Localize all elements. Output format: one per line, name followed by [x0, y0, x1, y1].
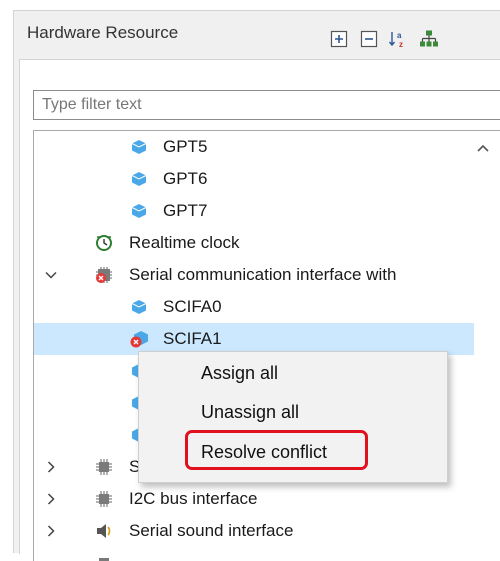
sort-alpha-icon[interactable]: a z — [388, 29, 408, 49]
tree-item-label: GPT6 — [163, 169, 208, 188]
panel-header: Hardware Resource a z — [14, 11, 500, 59]
tree-item[interactable] — [34, 547, 474, 561]
chevron-down-icon[interactable] — [44, 268, 58, 282]
resource-tree[interactable]: GPT5 GPT6 GPT7 Realtime clock Serial com… — [33, 130, 500, 561]
svg-text:z: z — [399, 40, 403, 49]
svg-text:a: a — [397, 31, 402, 40]
clock-icon — [96, 235, 112, 251]
menu-item-assign-all[interactable]: Assign all — [201, 363, 278, 384]
scroll-up-arrow-icon[interactable] — [476, 143, 490, 153]
module-cube-error-icon — [130, 331, 148, 348]
expand-all-icon[interactable] — [329, 29, 349, 49]
speaker-icon — [97, 524, 111, 538]
tree-item-label: Serial sound interface — [129, 521, 294, 540]
tree-item-realtime-clock[interactable]: Realtime clock — [34, 227, 474, 259]
tree-item-label: Serial communication interface with — [129, 265, 397, 284]
chevron-right-icon[interactable] — [44, 460, 58, 474]
module-cube-icon — [131, 300, 147, 314]
module-cube-icon — [131, 204, 147, 218]
chevron-right-icon[interactable] — [44, 492, 58, 506]
tree-item-label: Realtime clock — [129, 233, 240, 252]
chevron-right-icon[interactable] — [44, 524, 58, 538]
menu-item-unassign-all[interactable]: Unassign all — [201, 402, 299, 423]
tree-item-i2c[interactable]: I2C bus interface — [34, 483, 474, 515]
chip-icon — [96, 491, 112, 507]
tree-item-label: SCIFA0 — [163, 297, 222, 316]
tree-item-gpt7[interactable]: GPT7 — [34, 195, 474, 227]
tree-item-gpt6[interactable]: GPT6 — [34, 163, 474, 195]
tree-item-label: I2C bus interface — [129, 489, 258, 508]
chip-icon — [99, 558, 109, 561]
module-cube-icon — [131, 172, 147, 186]
hierarchy-icon[interactable] — [419, 29, 439, 49]
annotation-highlight-box — [185, 430, 368, 470]
tree-item-scifa0[interactable]: SCIFA0 — [34, 291, 474, 323]
tree-item-label: GPT7 — [163, 201, 208, 220]
module-cube-icon — [131, 140, 147, 154]
panel-title: Hardware Resource — [27, 23, 179, 42]
tree-item-serial-sound[interactable]: Serial sound interface — [34, 515, 474, 547]
collapse-all-icon[interactable] — [359, 29, 379, 49]
chip-icon — [96, 459, 112, 475]
tree-item-scif-group[interactable]: Serial communication interface with — [34, 259, 474, 291]
filter-input[interactable] — [33, 90, 500, 120]
chip-error-icon — [96, 267, 112, 283]
tree-item-gpt5[interactable]: GPT5 — [34, 131, 474, 163]
tree-item-label: GPT5 — [163, 137, 208, 156]
